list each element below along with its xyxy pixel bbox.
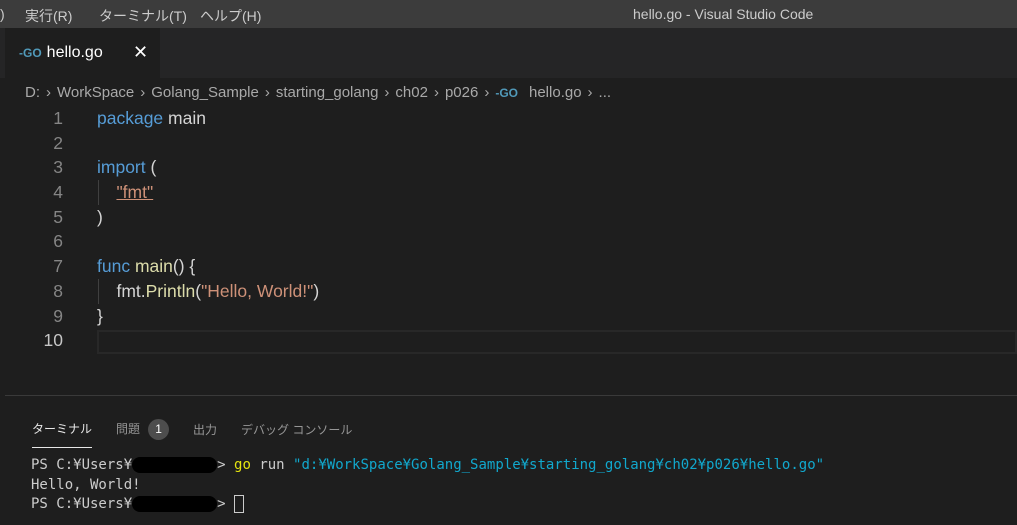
command: go bbox=[234, 457, 251, 473]
code-text: } bbox=[97, 305, 103, 326]
chevron-right-icon: › bbox=[46, 84, 51, 101]
go-file-icon: -GO bbox=[19, 46, 42, 60]
chevron-right-icon: › bbox=[264, 84, 270, 101]
prompt: PS C:¥Users¥ bbox=[31, 457, 133, 473]
line-number: 10 bbox=[43, 330, 63, 351]
command-path: "d:¥WorkSpace¥Golang_Sample¥starting_gol… bbox=[293, 457, 825, 473]
chevron-right-icon: › bbox=[587, 84, 593, 101]
line-number: 7 bbox=[53, 256, 63, 277]
code-text: ( bbox=[145, 157, 157, 178]
chevron-right-icon: › bbox=[484, 84, 490, 101]
line-number: 4 bbox=[53, 182, 63, 203]
line-number: 9 bbox=[53, 305, 63, 326]
function-name: main bbox=[130, 256, 173, 277]
chevron-right-icon: › bbox=[433, 84, 439, 101]
code-text: ) bbox=[313, 280, 320, 301]
breadcrumb: D: › WorkSpace › Golang_Sample › starting_g… bbox=[25, 84, 611, 101]
tab-terminal[interactable]: ターミナル bbox=[32, 420, 93, 448]
redacted-username bbox=[132, 457, 218, 473]
panel-tabs: ターミナル 問題 1 出力 デバッグ コンソール bbox=[32, 410, 352, 448]
crumb[interactable]: Golang_Sample bbox=[151, 84, 259, 101]
window-title: hello.go - Visual Studio Code bbox=[633, 6, 814, 22]
tab-output[interactable]: 出力 bbox=[193, 421, 217, 438]
code-editor[interactable]: 1 package main 2 3 import ( 4 "fmt" 5) 6 7… bbox=[0, 106, 1017, 354]
menu-terminal[interactable]: ターミナル(T) bbox=[99, 6, 187, 26]
code-text: ) bbox=[97, 206, 103, 227]
tab-label: hello.go bbox=[46, 44, 103, 61]
terminal-output[interactable]: PS C:¥Users¥ > go run "d:¥WorkSpace¥Golan… bbox=[31, 456, 824, 515]
code-text: () { bbox=[172, 256, 196, 277]
line-number: 5 bbox=[53, 206, 63, 227]
crumb[interactable]: starting_golang bbox=[276, 84, 379, 101]
tab-debug-console[interactable]: デバッグ コンソール bbox=[241, 421, 352, 438]
line-number: 6 bbox=[53, 231, 63, 252]
prompt-end: > bbox=[217, 496, 226, 512]
close-icon[interactable]: ✕ bbox=[133, 42, 148, 63]
problems-badge: 1 bbox=[148, 418, 170, 440]
crumb[interactable]: p026 bbox=[445, 84, 478, 101]
title-bar: ) 実行(R) ターミナル(T) ヘルプ(H) hello.go - Visua… bbox=[0, 0, 1017, 28]
terminal-cursor bbox=[234, 495, 245, 513]
function-name: Println bbox=[145, 280, 196, 301]
bottom-panel: ターミナル 問題 1 出力 デバッグ コンソール PS C:¥Users¥ > go… bbox=[5, 395, 1017, 525]
prompt-end: > bbox=[217, 457, 226, 473]
crumb[interactable]: ch02 bbox=[395, 84, 428, 101]
prompt: PS C:¥Users¥ bbox=[31, 496, 133, 512]
code-text: fmt. bbox=[116, 280, 146, 301]
tab-problems[interactable]: 問題 1 bbox=[116, 418, 170, 440]
menu-partial[interactable]: ) bbox=[0, 6, 5, 22]
code-text: main bbox=[163, 108, 206, 128]
keyword: func bbox=[97, 256, 131, 277]
crumb[interactable]: WorkSpace bbox=[57, 84, 134, 101]
string-literal: "Hello, World!" bbox=[201, 280, 314, 301]
line-number: 3 bbox=[53, 157, 63, 178]
crumb[interactable]: hello.go bbox=[529, 84, 582, 101]
redacted-username bbox=[132, 496, 218, 512]
line-number: 2 bbox=[53, 132, 63, 153]
chevron-right-icon: › bbox=[140, 84, 146, 101]
keyword: package bbox=[97, 108, 164, 128]
line-number: 8 bbox=[53, 280, 63, 301]
go-file-icon: -GO bbox=[495, 85, 518, 100]
program-output: Hello, World! bbox=[31, 476, 141, 493]
tab-bar: -GO hello.go ✕ bbox=[0, 28, 1017, 78]
crumb[interactable]: ... bbox=[599, 84, 612, 101]
menu-help[interactable]: ヘルプ(H) bbox=[200, 6, 261, 26]
tab-hello-go[interactable]: -GO hello.go ✕ bbox=[5, 28, 160, 78]
chevron-right-icon: › bbox=[384, 84, 390, 101]
command-arg: run bbox=[250, 457, 294, 473]
keyword: import bbox=[97, 157, 146, 178]
menu-run[interactable]: 実行(R) bbox=[25, 6, 72, 26]
string-literal: "fmt" bbox=[116, 182, 154, 203]
crumb[interactable]: D: bbox=[25, 84, 40, 101]
tab-label: 問題 bbox=[116, 421, 141, 436]
line-number: 1 bbox=[53, 108, 63, 128]
